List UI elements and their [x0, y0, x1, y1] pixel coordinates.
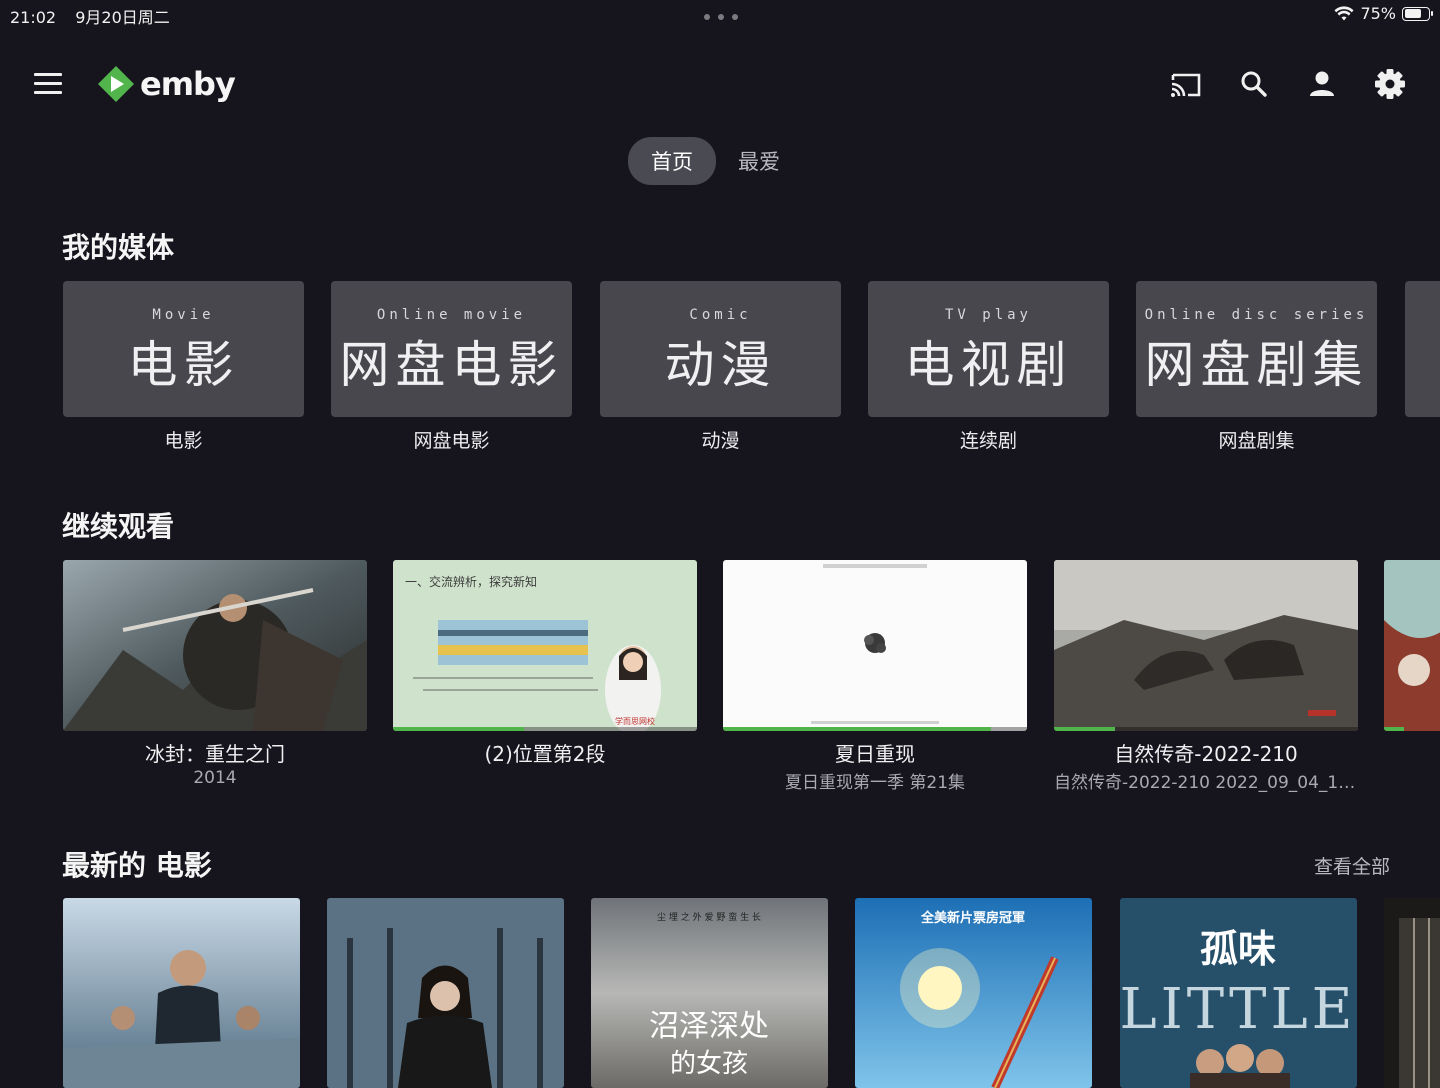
status-date: 9月20日周二: [75, 8, 170, 27]
tab-favorites[interactable]: 最爱: [738, 146, 780, 176]
poster-tagline: 尘 埋 之 外 爱 野 蛮 生 长: [657, 911, 761, 923]
library-label[interactable]: 连续剧: [868, 426, 1109, 453]
poster-image: [63, 898, 300, 1088]
status-time: 21:02: [10, 8, 57, 27]
battery-level: [1404, 9, 1421, 18]
continue-card-subtitle: 自然传奇-2022-210 2022_09_04_10...: [1054, 773, 1358, 793]
library-label[interactable]: 网盘电影: [331, 426, 572, 453]
my-media-title: 我的媒体: [62, 231, 175, 264]
tab-home[interactable]: 首页: [628, 137, 716, 185]
library-tile-comic[interactable]: Comic 动漫: [600, 281, 841, 417]
progress-track: [723, 727, 1027, 731]
library-tile-online-series[interactable]: Online disc series 网盘剧集: [1136, 281, 1377, 417]
library-tile-cn: 电视剧: [904, 336, 1073, 394]
movie-poster[interactable]: 全美新片票房冠軍: [855, 898, 1092, 1088]
poster-image: [327, 898, 564, 1088]
progress-track: [1054, 727, 1358, 731]
poster-title: 沼泽深处: [649, 1009, 769, 1044]
library-tile-en: Online disc series: [1144, 307, 1369, 323]
continue-watching-title: 继续观看: [62, 510, 175, 543]
search-icon[interactable]: [1236, 66, 1272, 102]
continue-card-title[interactable]: 冰封：重生之门: [63, 738, 367, 767]
continue-card-title[interactable]: 自然传奇-2022-210: [1054, 738, 1358, 767]
library-tile-cn: 网盘电影: [339, 336, 564, 394]
continue-card-title[interactable]: (2)位置第2段: [393, 738, 697, 767]
library-tile-en: Online movie: [376, 307, 527, 323]
progress-fill: [393, 727, 524, 731]
status-bar-left: 21:02 9月20日周二: [10, 4, 184, 28]
movie-still-image: [63, 560, 367, 731]
poster-image: 全美新片票房冠軍: [855, 898, 1092, 1088]
library-tile-tv[interactable]: TV play 电视剧: [868, 281, 1109, 417]
poster-title-en: LITTLE: [1120, 977, 1357, 1042]
progress-track: [393, 727, 697, 731]
library-tile-cn: 网盘剧集: [1144, 336, 1369, 394]
multitask-dots-icon[interactable]: [704, 14, 738, 22]
movie-poster[interactable]: [327, 898, 564, 1088]
movie-poster[interactable]: [63, 898, 300, 1088]
continue-card-partial[interactable]: [1384, 560, 1440, 731]
emby-logo[interactable]: emby: [96, 64, 236, 104]
view-all-link[interactable]: 查看全部: [1314, 852, 1390, 879]
nature-still-image: [1054, 560, 1358, 731]
settings-icon[interactable]: [1372, 66, 1408, 102]
library-tile-cn: 电影: [127, 336, 240, 394]
battery-icon: [1402, 6, 1433, 21]
user-icon[interactable]: [1304, 66, 1340, 102]
status-bar-right: 75%: [1334, 4, 1433, 23]
poster-tagline: 全美新片票房冠軍: [920, 910, 1025, 926]
library-tile-en: Comic: [689, 307, 752, 323]
progress-fill: [723, 727, 991, 731]
continue-card-thumb[interactable]: 一、交流辨析，探究新知 学而思网校: [393, 560, 697, 731]
library-label[interactable]: 网盘剧集: [1136, 426, 1377, 453]
movie-poster-partial[interactable]: [1384, 898, 1440, 1088]
library-tile-partial[interactable]: [1405, 281, 1440, 417]
poster-image: 孤味 LITTLE: [1120, 898, 1357, 1088]
library-tile-movie[interactable]: Movie 电影: [63, 281, 304, 417]
home-tabs: 首页 最爱: [628, 137, 780, 185]
library-tile-cn: 动漫: [664, 336, 777, 394]
movie-poster[interactable]: 尘 埋 之 外 爱 野 蛮 生 长 沼泽深处 的女孩: [591, 898, 828, 1088]
library-label[interactable]: 动漫: [600, 426, 841, 453]
movie-poster[interactable]: 孤味 LITTLE: [1120, 898, 1357, 1088]
wifi-icon: [1334, 5, 1354, 20]
anime-still-image: [723, 560, 1027, 731]
lesson-still-image: 一、交流辨析，探究新知 学而思网校: [393, 560, 697, 731]
library-tile-en: TV play: [944, 307, 1032, 323]
continue-card-subtitle: 夏日重现第一季 第21集: [784, 773, 966, 793]
continue-card-thumb[interactable]: [63, 560, 367, 731]
continue-card-thumb[interactable]: [723, 560, 1027, 731]
library-label[interactable]: 电影: [63, 426, 304, 453]
emby-logo-icon: [98, 66, 134, 102]
poster-title: 孤味: [1200, 926, 1276, 971]
cast-icon[interactable]: [1168, 66, 1204, 102]
poster-image: 尘 埋 之 外 爱 野 蛮 生 长 沼泽深处 的女孩: [591, 898, 828, 1088]
battery-percent: 75%: [1360, 4, 1396, 23]
library-tile-en: Movie: [152, 307, 215, 323]
menu-icon[interactable]: [34, 73, 62, 95]
logo-text: emby: [140, 65, 236, 103]
partial-still-image: [1384, 560, 1440, 731]
latest-movies-title: 最新的 电影: [62, 849, 212, 882]
poster-image: [1384, 898, 1440, 1088]
continue-card-thumb[interactable]: [1054, 560, 1358, 731]
lesson-heading: 一、交流辨析，探究新知: [405, 574, 537, 589]
continue-card-title[interactable]: 夏日重现: [723, 738, 1027, 767]
progress-fill: [1054, 727, 1115, 731]
poster-title-2: 的女孩: [670, 1049, 748, 1079]
lesson-watermark: 学而思网校: [615, 716, 655, 726]
library-tile-online-movie[interactable]: Online movie 网盘电影: [331, 281, 572, 417]
continue-card-subtitle: 2014: [193, 768, 237, 788]
